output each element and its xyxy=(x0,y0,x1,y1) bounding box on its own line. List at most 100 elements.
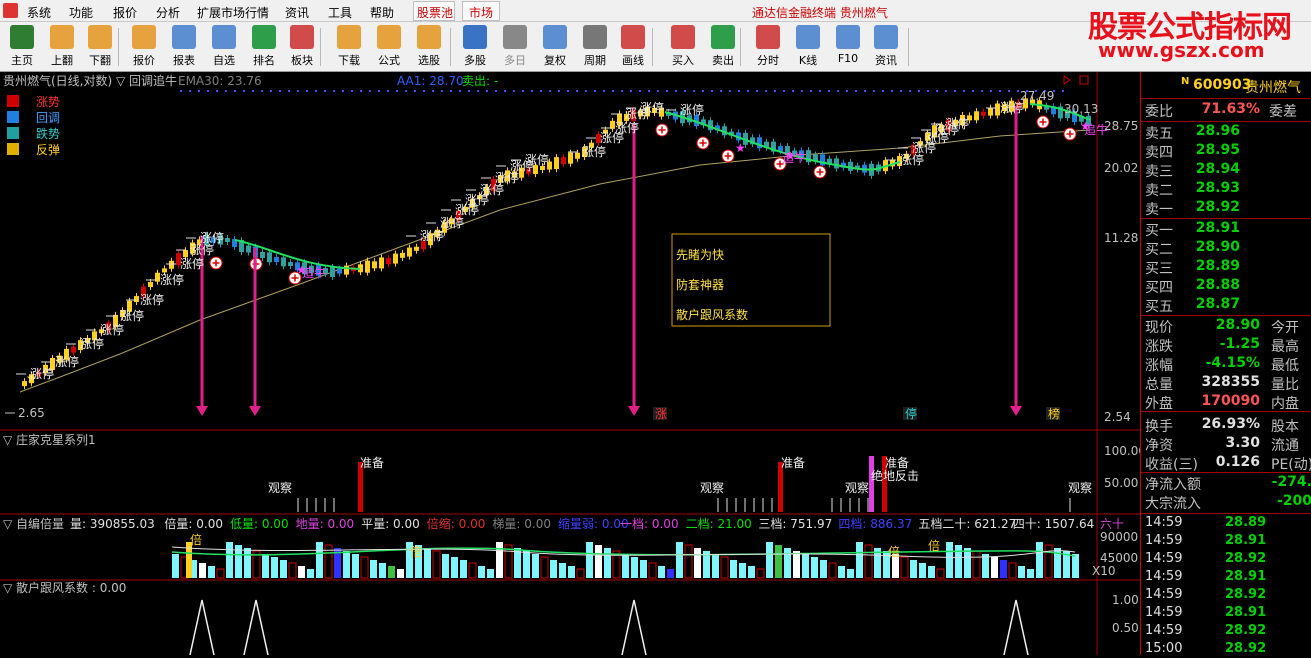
toolbar-button-18[interactable]: 分时 xyxy=(748,24,788,70)
toolbar-button-12[interactable]: 多日 xyxy=(495,24,535,70)
volume-bar xyxy=(828,562,837,579)
dotted-marker xyxy=(342,90,344,92)
legend-label: 涨势 xyxy=(36,94,60,109)
toolbar-button-3[interactable]: 报价 xyxy=(124,24,164,70)
dotted-marker xyxy=(261,90,263,92)
toolbar-button-1[interactable]: 上翻 xyxy=(42,24,82,70)
menu-item-extended-market[interactable]: 扩展市场行情 xyxy=(197,4,269,21)
dotted-marker xyxy=(432,90,434,92)
toolbar-button-15[interactable]: 画线 xyxy=(613,24,653,70)
volume-bar xyxy=(595,545,602,578)
stat-right-label: 量比 xyxy=(1271,377,1299,393)
spike-line xyxy=(621,599,647,655)
draw-line-icon xyxy=(621,25,645,49)
volume-bar xyxy=(928,566,935,578)
window-restore-icon[interactable] xyxy=(1079,75,1089,85)
tab-market[interactable]: 市场 xyxy=(469,4,493,21)
app-logo-icon[interactable] xyxy=(3,3,18,18)
dotted-marker xyxy=(828,90,830,92)
dotted-marker xyxy=(378,90,380,92)
limit-up-label: 涨停 xyxy=(100,322,124,337)
toolbar-button-2[interactable]: 下翻 xyxy=(80,24,120,70)
menu-item-function[interactable]: 功能 xyxy=(69,4,93,21)
volume-bar xyxy=(186,542,192,578)
menu-item-system[interactable]: 系统 xyxy=(27,4,51,21)
volume-bar xyxy=(468,562,477,579)
toolbar-button-0[interactable]: 主页 xyxy=(2,24,42,70)
tick-row: 14:59 28.91 xyxy=(1141,604,1311,622)
toolbar-button-16[interactable]: 买入 xyxy=(663,24,703,70)
toolbar-button-6[interactable]: 排名 xyxy=(244,24,284,70)
toolbar-button-10[interactable]: 选股 xyxy=(409,24,449,70)
multi-stock-icon xyxy=(463,25,487,49)
toolbar-button-9[interactable]: 公式 xyxy=(369,24,409,70)
dotted-marker xyxy=(756,90,758,92)
toolbar-button-label: 排名 xyxy=(253,54,275,67)
toolbar-button-19[interactable]: K线 xyxy=(788,24,828,70)
menu-item-help[interactable]: 帮助 xyxy=(370,4,394,21)
dotted-marker xyxy=(387,90,389,92)
toolbar-button-label: 复权 xyxy=(544,54,566,67)
stat-label: 净资 xyxy=(1145,438,1173,454)
volume-bar xyxy=(532,554,539,578)
volume-bar xyxy=(424,548,431,578)
dotted-marker xyxy=(306,90,308,92)
buy-icon xyxy=(671,25,695,49)
menu-item-tools[interactable]: 工具 xyxy=(328,4,352,21)
dotted-marker xyxy=(720,90,722,92)
toolbar-button-7[interactable]: 板块 xyxy=(282,24,322,70)
dotted-marker xyxy=(918,90,920,92)
tick-time: 15:00 xyxy=(1145,641,1183,656)
kline-icon xyxy=(796,25,820,49)
menu-item-news[interactable]: 资讯 xyxy=(285,4,309,21)
bottom-tag: 停 xyxy=(905,406,917,421)
toolbar-button-11[interactable]: 多股 xyxy=(455,24,495,70)
volume-bar xyxy=(1044,544,1053,579)
volume-bar xyxy=(604,548,611,578)
stat-right-label: 内盘 xyxy=(1271,396,1299,412)
volume-bar xyxy=(775,545,782,578)
dotted-marker xyxy=(504,90,506,92)
dotted-marker xyxy=(576,90,578,92)
panel4-title: ▽ 散户跟风系数 : 0.00 xyxy=(3,580,126,595)
dotted-marker xyxy=(801,90,803,92)
toolbar-button-label: 资讯 xyxy=(875,54,897,67)
tick-row: 15:00 28.92 xyxy=(1141,640,1311,658)
tab-stock-pool[interactable]: 股票池 xyxy=(417,4,453,21)
volume-bar xyxy=(172,554,179,578)
dotted-marker xyxy=(810,90,812,92)
volume-bar xyxy=(1000,560,1007,578)
limit-up-label: 涨停 xyxy=(1000,100,1024,115)
menu-item-quote[interactable]: 报价 xyxy=(113,4,137,21)
volume-bar xyxy=(1027,569,1034,578)
dotted-marker xyxy=(513,90,515,92)
volume-bar xyxy=(208,566,215,578)
bid-row: 买一 28.91 xyxy=(1141,219,1311,239)
dotted-marker xyxy=(234,90,236,92)
divider xyxy=(1141,98,1311,99)
toolbar-button-4[interactable]: 报表 xyxy=(164,24,204,70)
chart-area[interactable]: ★★★★★ 贵州燃气(日线,对数) ▽ 回调追牛 EMA30: 23.76 AA1:… xyxy=(0,72,1140,655)
toolbar-button-13[interactable]: 复权 xyxy=(535,24,575,70)
bid-row: 买四 28.88 xyxy=(1141,276,1311,296)
toolbar-button-14[interactable]: 周期 xyxy=(575,24,615,70)
weibi-value: 71.63% xyxy=(1201,101,1260,117)
spike-line xyxy=(1003,599,1029,655)
collapse-icon[interactable] xyxy=(1063,75,1071,85)
toolbar-button-8[interactable]: 下载 xyxy=(329,24,369,70)
toolbar-button-21[interactable]: 资讯 xyxy=(866,24,906,70)
aa-label: AA1: 28.70 xyxy=(397,74,464,88)
volume-bar xyxy=(298,566,305,578)
toolbar-button-5[interactable]: 自选 xyxy=(204,24,244,70)
dotted-marker xyxy=(531,90,533,92)
menu-item-analysis[interactable]: 分析 xyxy=(156,4,180,21)
toolbar-button-17[interactable]: 卖出 xyxy=(703,24,743,70)
home-icon xyxy=(10,25,34,49)
toolbar-button-20[interactable]: F10 xyxy=(828,24,868,70)
dotted-marker xyxy=(396,90,398,92)
limit-up-label: 涨停 xyxy=(420,228,444,243)
chase-label: 追牛 xyxy=(302,265,326,280)
toolbar-button-label: 周期 xyxy=(584,54,606,67)
tick-price: 28.89 xyxy=(1225,515,1267,530)
volume-bar xyxy=(856,542,863,578)
